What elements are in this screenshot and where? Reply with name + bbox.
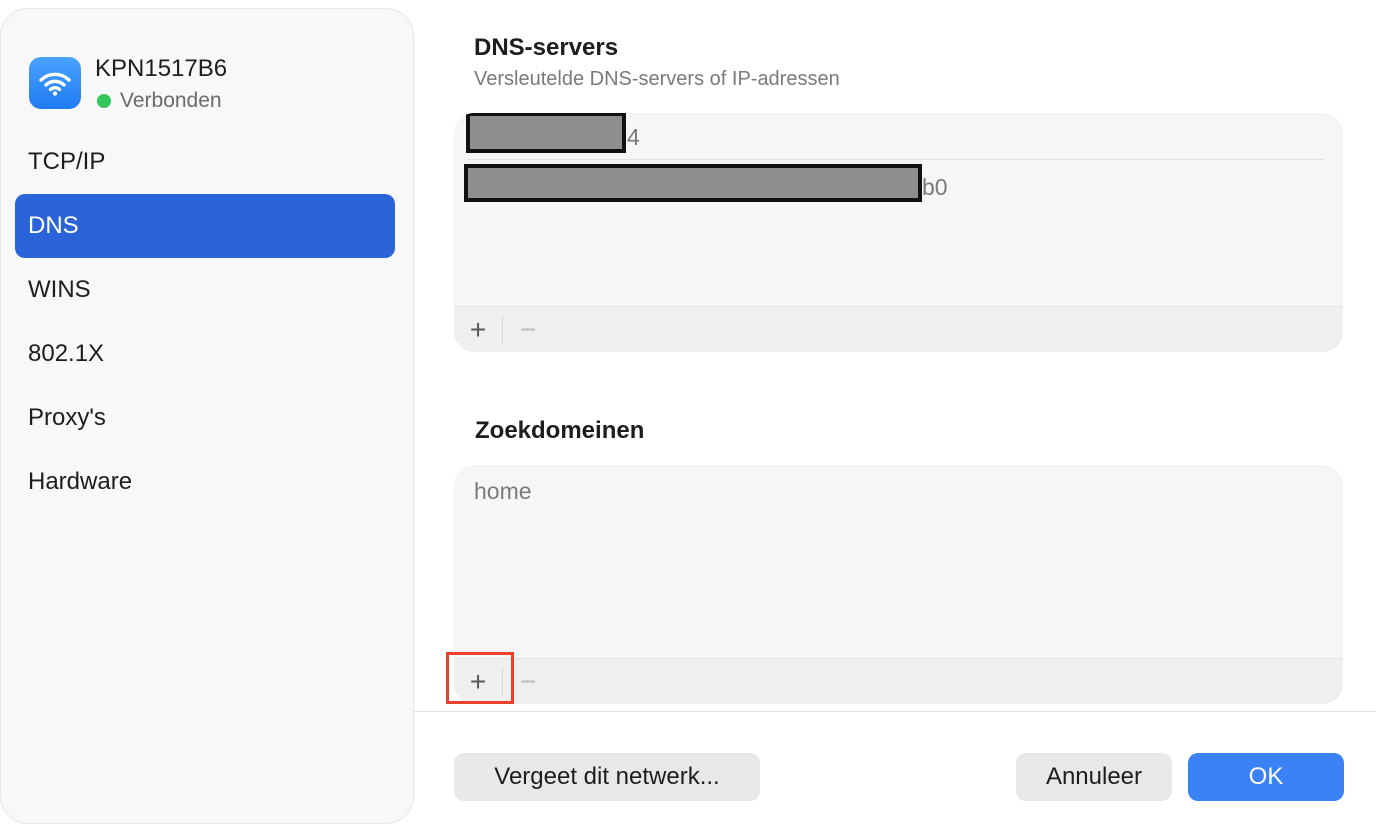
search-domains-footer: + − bbox=[454, 658, 1343, 704]
sidebar-item-proxies[interactable]: Proxy's bbox=[15, 386, 395, 450]
forget-network-button[interactable]: Vergeet dit netwerk... bbox=[454, 753, 760, 801]
dns-server-entry[interactable]: 4 bbox=[627, 124, 640, 151]
dns-servers-subtitle: Versleutelde DNS-servers of IP-adressen bbox=[474, 68, 840, 90]
dns-servers-title: DNS-servers bbox=[474, 34, 619, 61]
search-domains-list[interactable]: home + − bbox=[454, 465, 1343, 704]
wifi-icon bbox=[29, 57, 81, 109]
remove-dns-server-button[interactable]: − bbox=[505, 307, 551, 352]
dns-servers-list[interactable]: 4 b0 + − bbox=[454, 113, 1343, 352]
sidebar-item-tcpip[interactable]: TCP/IP bbox=[15, 130, 395, 194]
row-divider bbox=[466, 159, 1324, 160]
footer-divider-line bbox=[414, 711, 1376, 712]
redacted-block bbox=[464, 164, 922, 202]
add-button-highlight bbox=[446, 652, 514, 704]
network-status: Verbonden bbox=[97, 89, 222, 113]
ok-button[interactable]: OK bbox=[1188, 753, 1344, 801]
sidebar-item-dns[interactable]: DNS bbox=[15, 194, 395, 258]
dns-list-footer: + − bbox=[454, 306, 1343, 352]
network-dns-settings-window: KPN1517B6 Verbonden TCP/IP DNS WINS 802.… bbox=[0, 0, 1376, 832]
sidebar-item-8021x[interactable]: 802.1X bbox=[15, 322, 395, 386]
status-dot-icon bbox=[97, 94, 111, 108]
network-name: KPN1517B6 bbox=[95, 55, 228, 82]
search-domains-title: Zoekdomeinen bbox=[475, 417, 645, 444]
sidebar: KPN1517B6 Verbonden TCP/IP DNS WINS 802.… bbox=[0, 8, 414, 824]
redacted-block bbox=[466, 113, 626, 153]
network-status-label: Verbonden bbox=[120, 89, 222, 112]
sidebar-item-hardware[interactable]: Hardware bbox=[15, 450, 395, 514]
footer-divider bbox=[502, 317, 503, 345]
sidebar-item-wins[interactable]: WINS bbox=[15, 258, 395, 322]
dns-server-entry[interactable]: b0 bbox=[922, 174, 948, 201]
sidebar-nav: TCP/IP DNS WINS 802.1X Proxy's Hardware bbox=[15, 130, 395, 514]
add-dns-server-button[interactable]: + bbox=[455, 307, 501, 352]
search-domain-entry[interactable]: home bbox=[474, 478, 532, 505]
cancel-button[interactable]: Annuleer bbox=[1016, 753, 1172, 801]
